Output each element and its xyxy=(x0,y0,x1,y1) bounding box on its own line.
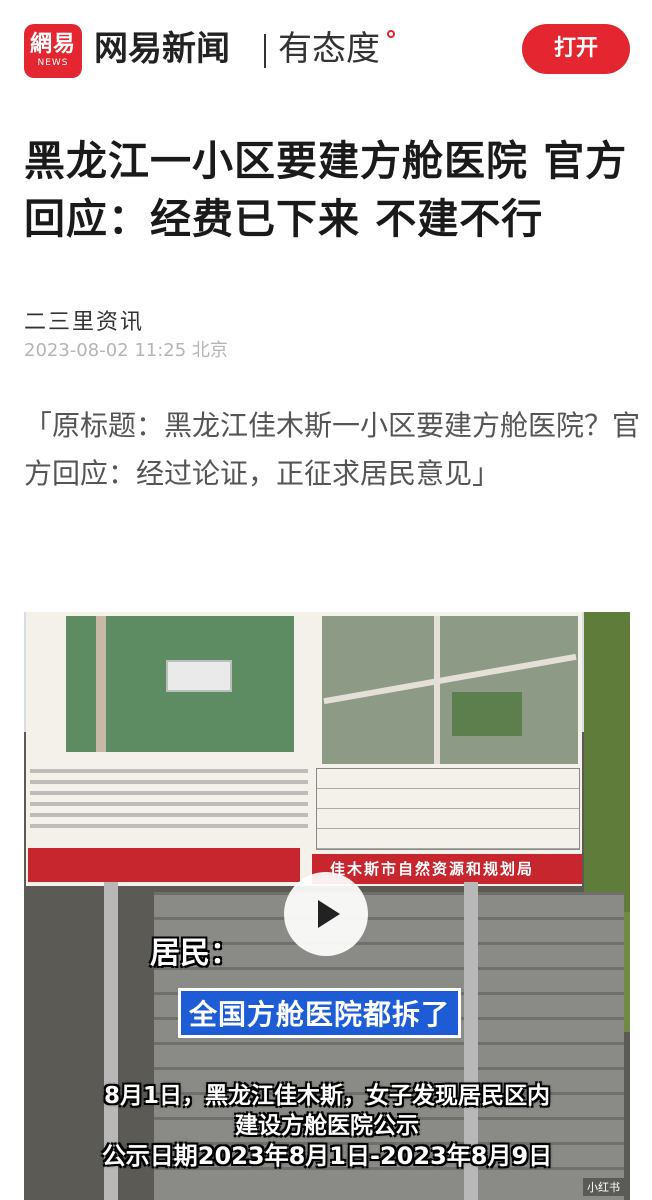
logo-text: 網易 xyxy=(29,31,76,57)
notice-date-strip xyxy=(28,848,300,882)
caption-banner: 全国方舱医院都拆了 xyxy=(178,988,462,1038)
brand-slogan: 有态度 xyxy=(278,29,380,69)
site-plan-image xyxy=(66,616,294,752)
netease-logo-icon[interactable]: 網易 NEWS xyxy=(24,24,82,78)
article-original-title: 「原标题：黑龙江佳木斯一小区要建方舱医院？官方回应：经过论证，正征求居民意见」 xyxy=(24,409,641,490)
bureau-sign: 佳木斯市自然资源和规划局 xyxy=(330,860,535,878)
caption-line-1: 8月1日，黑龙江佳木斯，女子发现居民区内 xyxy=(103,1083,550,1109)
satellite-map-image xyxy=(322,616,578,764)
play-button[interactable] xyxy=(284,872,368,956)
video-tree xyxy=(584,612,630,912)
notice-board: 佳木斯市自然资源和规划局 xyxy=(26,612,582,886)
article-date: 2023-08-02 11:25 北京 xyxy=(24,340,228,361)
video-watermark: 小红书 xyxy=(583,1178,624,1196)
app-header: 網易 NEWS 网易新闻 有态度 打开 xyxy=(0,0,652,100)
notice-text-block xyxy=(30,762,308,846)
article-title: 黑龙江一小区要建方舱医院 官方回应：经费已下来 不建不行 xyxy=(24,137,628,243)
caption-line-3: 公示日期2023年8月1日-2023年8月9日 xyxy=(101,1142,553,1170)
brand-divider xyxy=(264,34,266,68)
play-icon xyxy=(318,900,340,928)
caption-line-2: 建设方舱医院公示 xyxy=(235,1113,419,1139)
project-info-table xyxy=(316,768,580,850)
caption-speaker: 居民： xyxy=(150,936,240,971)
open-app-button[interactable]: 打开 xyxy=(522,24,630,74)
slogan-dot-icon xyxy=(387,30,395,38)
brand-name: 网易新闻 xyxy=(94,29,230,69)
article-source[interactable]: 二三里资讯 xyxy=(24,304,144,336)
video-player[interactable]: 佳木斯市自然资源和规划局 居民： 全国方舱医院都拆了 8月1日，黑龙江佳木斯，女… xyxy=(24,612,630,1200)
logo-subtext: NEWS xyxy=(37,57,69,68)
